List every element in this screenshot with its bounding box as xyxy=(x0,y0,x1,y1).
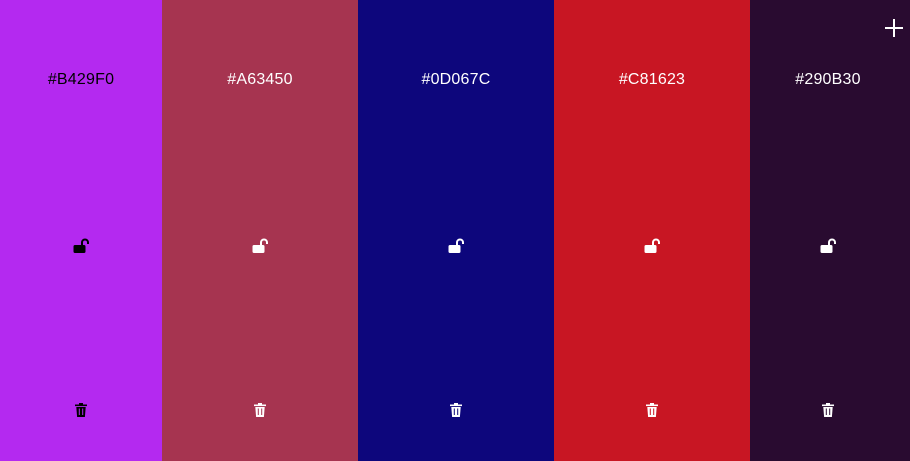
delete-color-button[interactable] xyxy=(73,401,89,419)
unlocked-lock-icon xyxy=(252,238,268,253)
hex-code-label[interactable]: #290B30 xyxy=(795,70,860,90)
lock-toggle-button[interactable] xyxy=(250,236,270,256)
color-swatch-4: #C81623 xyxy=(554,0,750,461)
unlocked-lock-icon xyxy=(73,238,89,253)
unlocked-lock-icon xyxy=(644,238,660,253)
color-swatch-1: #B429F0 xyxy=(0,0,162,461)
hex-code-label[interactable]: #A63450 xyxy=(227,70,292,90)
color-swatch-3: #0D067C xyxy=(358,0,554,461)
delete-color-button[interactable] xyxy=(820,401,836,419)
lock-toggle-button[interactable] xyxy=(818,236,838,256)
lock-toggle-button[interactable] xyxy=(71,236,91,256)
color-palette: #B429F0 #A63450 #0D067C #C81623 #290B30 xyxy=(0,0,910,461)
color-swatch-2: #A63450 xyxy=(162,0,358,461)
unlocked-lock-icon xyxy=(448,238,464,253)
trash-icon xyxy=(822,403,834,417)
add-color-button[interactable] xyxy=(884,18,904,38)
lock-toggle-button[interactable] xyxy=(642,236,662,256)
hex-code-label[interactable]: #C81623 xyxy=(619,70,685,90)
trash-icon xyxy=(75,403,87,417)
lock-toggle-button[interactable] xyxy=(446,236,466,256)
hex-code-label[interactable]: #0D067C xyxy=(421,70,490,90)
trash-icon xyxy=(646,403,658,417)
plus-icon xyxy=(885,19,903,37)
color-swatch-5: #290B30 xyxy=(750,0,910,461)
trash-icon xyxy=(254,403,266,417)
unlocked-lock-icon xyxy=(820,238,836,253)
delete-color-button[interactable] xyxy=(252,401,268,419)
hex-code-label[interactable]: #B429F0 xyxy=(48,70,114,90)
delete-color-button[interactable] xyxy=(644,401,660,419)
delete-color-button[interactable] xyxy=(448,401,464,419)
trash-icon xyxy=(450,403,462,417)
